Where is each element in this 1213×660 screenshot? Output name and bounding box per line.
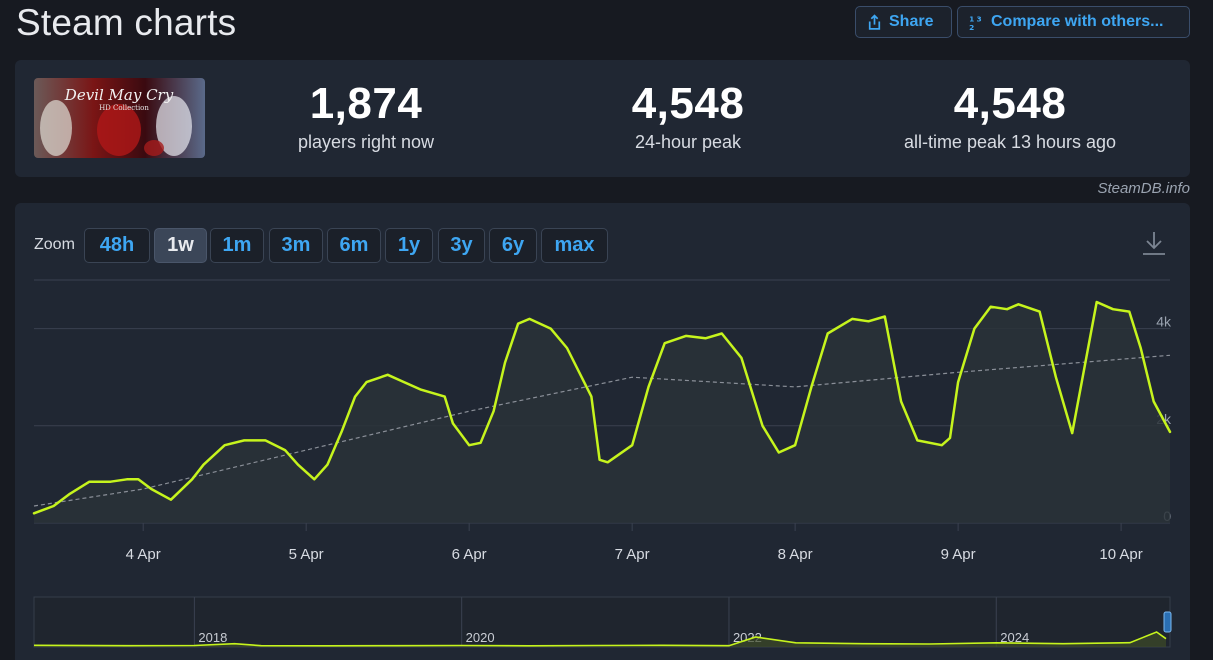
- navigator-year-label: 2020: [466, 630, 495, 645]
- navigator-year-label: 2018: [198, 630, 227, 645]
- navigator-handle[interactable]: [1163, 611, 1172, 633]
- players-area-fill: [34, 302, 1170, 523]
- y-tick-label: 4k: [1156, 314, 1172, 330]
- player-count-chart[interactable]: 02k4k4 Apr5 Apr6 Apr7 Apr8 Apr9 Apr10 Ap…: [0, 0, 1213, 660]
- x-tick-label: 9 Apr: [941, 546, 976, 563]
- x-tick-label: 4 Apr: [126, 546, 161, 563]
- x-tick-label: 10 Apr: [1099, 546, 1142, 563]
- x-tick-label: 6 Apr: [452, 546, 487, 563]
- x-tick-label: 7 Apr: [615, 546, 650, 563]
- x-tick-label: 5 Apr: [289, 546, 324, 563]
- x-tick-label: 8 Apr: [778, 546, 813, 563]
